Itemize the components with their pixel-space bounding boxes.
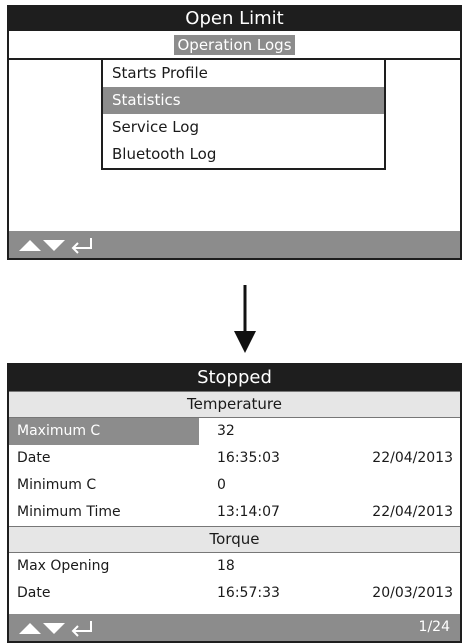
menu-item-starts-profile[interactable]: Starts Profile: [103, 60, 384, 87]
stat-value: 18: [217, 558, 235, 574]
stat-value: 13:14:07: [217, 504, 280, 520]
section-heading-torque: Torque: [9, 526, 460, 553]
nav-bar: [9, 231, 460, 258]
down-arrow-icon: [234, 285, 256, 353]
up-triangle-icon[interactable]: [19, 622, 41, 634]
subtitle: Operation Logs: [174, 34, 295, 55]
page-indicator: 1/24: [418, 619, 450, 635]
operation-logs-screen: Open Limit Operation Logs Starts Profile…: [7, 5, 462, 260]
stat-date: 22/04/2013: [372, 450, 453, 466]
statistics-screen: Stopped Temperature Maximum C 32 Date 16…: [7, 363, 462, 643]
stat-date: 20/03/2013: [372, 585, 453, 601]
stat-label: Minimum C: [17, 477, 97, 493]
stat-value: 32: [217, 423, 235, 439]
stat-row[interactable]: Date 16:57:33 20/03/2013: [9, 580, 460, 607]
stat-row[interactable]: Minimum C 0: [9, 472, 460, 499]
up-triangle-icon[interactable]: [19, 239, 41, 251]
down-triangle-icon[interactable]: [43, 239, 65, 251]
stat-value: 0: [217, 477, 226, 493]
stat-row[interactable]: Maximum C 32: [9, 418, 460, 445]
menu-item-bluetooth-log[interactable]: Bluetooth Log: [103, 141, 384, 168]
stat-label: Minimum Time: [17, 504, 121, 520]
down-triangle-icon[interactable]: [43, 622, 65, 634]
stat-label: Max Opening: [17, 558, 110, 574]
operation-logs-menu: Starts Profile Statistics Service Log Bl…: [101, 60, 386, 170]
stat-row[interactable]: Max Opening 18: [9, 553, 460, 580]
enter-return-icon[interactable]: [71, 620, 92, 637]
enter-return-icon[interactable]: [71, 237, 92, 254]
subtitle-bar: Operation Logs: [9, 31, 460, 60]
screen-title: Open Limit: [9, 7, 460, 31]
stat-row[interactable]: Minimum Time 13:14:07 22/04/2013: [9, 499, 460, 526]
nav-bar: 1/24: [9, 614, 460, 641]
stat-label: Date: [17, 585, 51, 601]
stat-row[interactable]: Date 16:35:03 22/04/2013: [9, 445, 460, 472]
stat-value: 16:35:03: [217, 450, 280, 466]
status-title: Stopped: [9, 365, 460, 391]
stat-label: Date: [17, 450, 51, 466]
stat-label: Maximum C: [9, 418, 199, 445]
menu-item-service-log[interactable]: Service Log: [103, 114, 384, 141]
stat-value: 16:57:33: [217, 585, 280, 601]
section-heading-temperature: Temperature: [9, 391, 460, 418]
menu-item-statistics[interactable]: Statistics: [103, 87, 384, 114]
stat-date: 22/04/2013: [372, 504, 453, 520]
